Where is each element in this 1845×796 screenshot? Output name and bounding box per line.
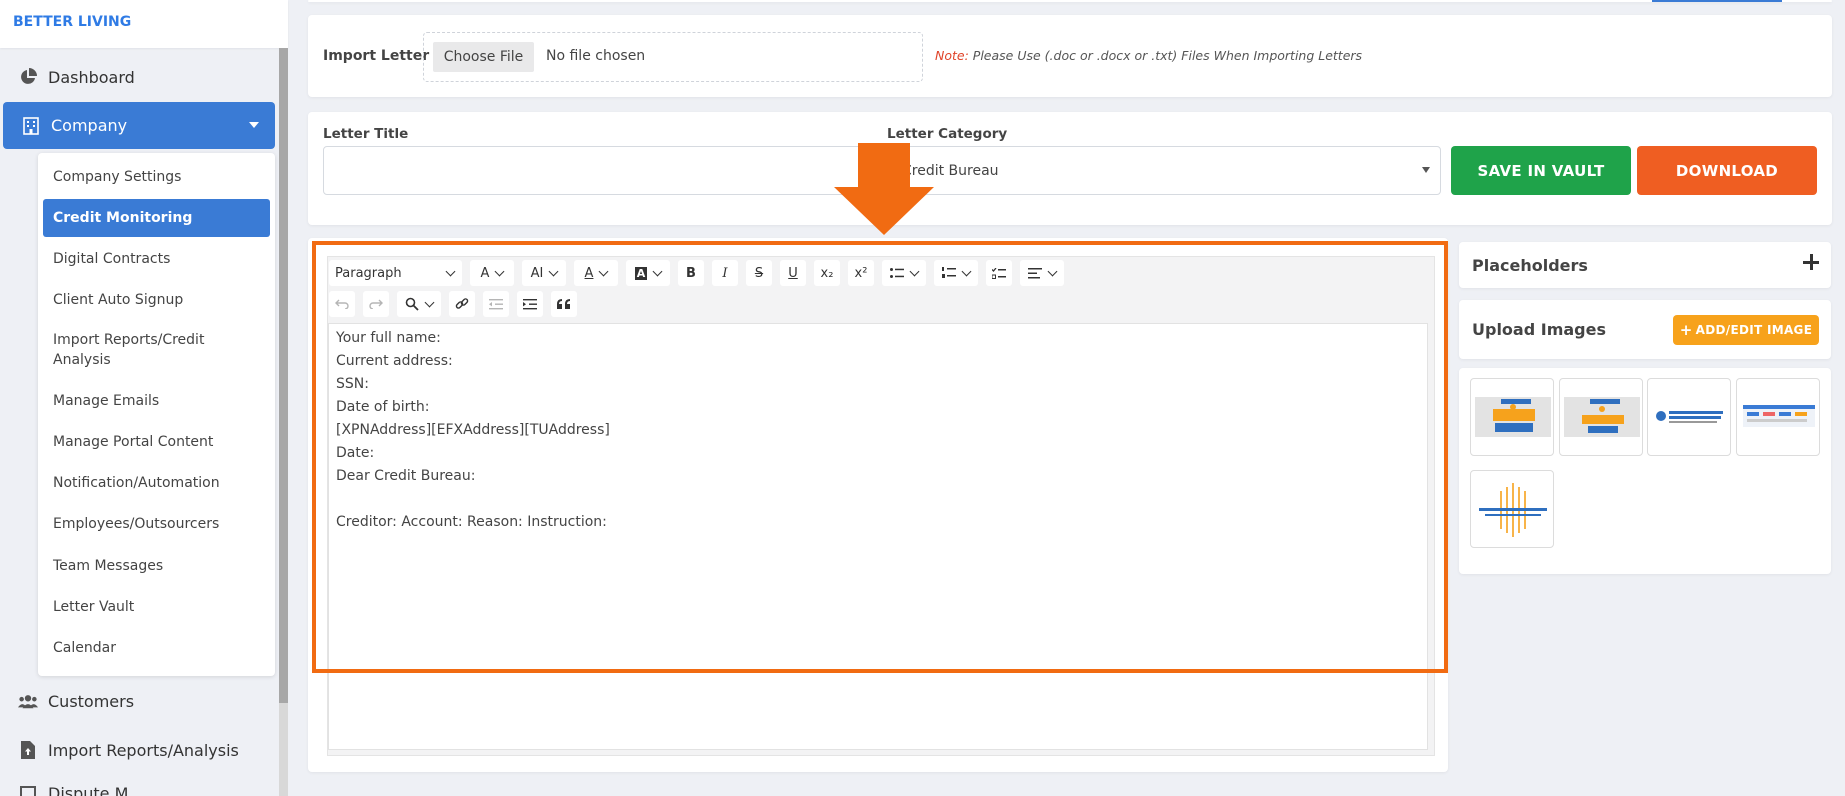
submenu-notification-automation[interactable]: Notification/Automation	[43, 473, 270, 493]
gallery-image-dispute[interactable]	[1470, 378, 1554, 456]
upload-images-title: Upload Images	[1472, 320, 1606, 339]
submenu-company-settings[interactable]: Company Settings	[43, 167, 270, 187]
add-edit-image-button[interactable]: + ADD/EDIT IMAGE	[1673, 315, 1819, 345]
plus-icon[interactable]	[1803, 254, 1819, 270]
users-icon	[18, 691, 38, 711]
sidebar-item-label: Company	[51, 116, 127, 135]
submenu-manage-portal-content[interactable]: Manage Portal Content	[43, 432, 270, 452]
gallery-image-billing[interactable]	[1559, 378, 1643, 456]
sidebar: BETTER LIVING Dashboard Company Company …	[0, 0, 288, 796]
gallery-image-startup[interactable]	[1647, 378, 1731, 456]
file-input[interactable]: Choose File No file chosen	[423, 32, 923, 82]
placeholders-card[interactable]: Placeholders	[1459, 242, 1831, 288]
sidebar-item-dashboard[interactable]: Dashboard	[0, 55, 276, 99]
letter-category-label: Letter Category	[887, 126, 1007, 142]
file-status-text: No file chosen	[546, 48, 645, 64]
dispute-icon	[18, 784, 38, 796]
note-prefix: Note:	[935, 48, 969, 63]
submenu-digital-contracts[interactable]: Digital Contracts	[43, 249, 270, 269]
submenu-client-auto-signup[interactable]: Client Auto Signup	[43, 290, 270, 310]
placeholders-title: Placeholders	[1472, 256, 1588, 275]
upload-images-card: Upload Images + ADD/EDIT IMAGE	[1459, 300, 1831, 359]
gallery-image-client-dispute-manager[interactable]	[1470, 470, 1554, 548]
sidebar-scrollbar[interactable]	[279, 48, 288, 796]
building-icon	[21, 116, 41, 136]
sidebar-item-customers[interactable]: Customers	[0, 679, 276, 723]
choose-file-button[interactable]: Choose File	[433, 42, 534, 72]
submenu-import-reports-credit-analysis[interactable]: Import Reports/Credit Analysis	[43, 330, 243, 370]
brand-header: BETTER LIVING	[0, 0, 288, 48]
sidebar-item-label: Dispute M...	[48, 784, 144, 796]
letter-title-label: Letter Title	[323, 126, 408, 142]
arrow-down-icon	[834, 143, 934, 235]
caret-down-icon	[249, 122, 259, 128]
submenu-letter-vault[interactable]: Letter Vault	[43, 597, 270, 617]
company-submenu: Company Settings Credit Monitoring Digit…	[38, 153, 275, 676]
letter-title-input[interactable]	[323, 146, 885, 195]
note-text: Please Use (.doc or .docx or .txt) Files…	[973, 48, 1362, 63]
top-card-edge	[308, 0, 1832, 2]
submenu-team-messages[interactable]: Team Messages	[43, 556, 270, 576]
brand-name[interactable]: BETTER LIVING	[13, 14, 131, 30]
gallery-image-dashboard[interactable]	[1736, 378, 1820, 456]
add-edit-image-label: ADD/EDIT IMAGE	[1696, 323, 1813, 337]
sidebar-item-label: Dashboard	[48, 68, 135, 87]
submenu-manage-emails[interactable]: Manage Emails	[43, 391, 270, 411]
sidebar-item-dispute[interactable]: Dispute M...	[0, 776, 276, 796]
submenu-calendar[interactable]: Calendar	[43, 638, 270, 658]
import-letter-label: Import Letter	[323, 48, 429, 64]
download-button[interactable]: DOWNLOAD	[1637, 146, 1817, 195]
highlight-annotation-box	[312, 241, 1448, 673]
sidebar-item-label: Import Reports/Analysis	[48, 741, 239, 760]
pie-chart-icon	[18, 67, 38, 87]
letter-category-select[interactable]: Credit Bureau	[885, 146, 1441, 195]
save-in-vault-button[interactable]: SAVE IN VAULT	[1451, 146, 1631, 195]
file-upload-icon	[18, 740, 38, 760]
submenu-employees-outsourcers[interactable]: Employees/Outsourcers	[43, 514, 270, 534]
import-note: Note: Please Use (.doc or .docx or .txt)…	[935, 48, 1362, 63]
scrollbar-thumb[interactable]	[279, 48, 288, 703]
sidebar-item-import-reports[interactable]: Import Reports/Analysis	[0, 728, 276, 772]
submenu-credit-monitoring[interactable]: Credit Monitoring	[43, 199, 270, 237]
sidebar-item-label: Customers	[48, 692, 134, 711]
top-button-edge	[1652, 0, 1782, 2]
plus-small-icon: +	[1680, 321, 1693, 339]
select-caret-icon	[1422, 167, 1430, 173]
sidebar-item-company[interactable]: Company	[3, 102, 275, 149]
